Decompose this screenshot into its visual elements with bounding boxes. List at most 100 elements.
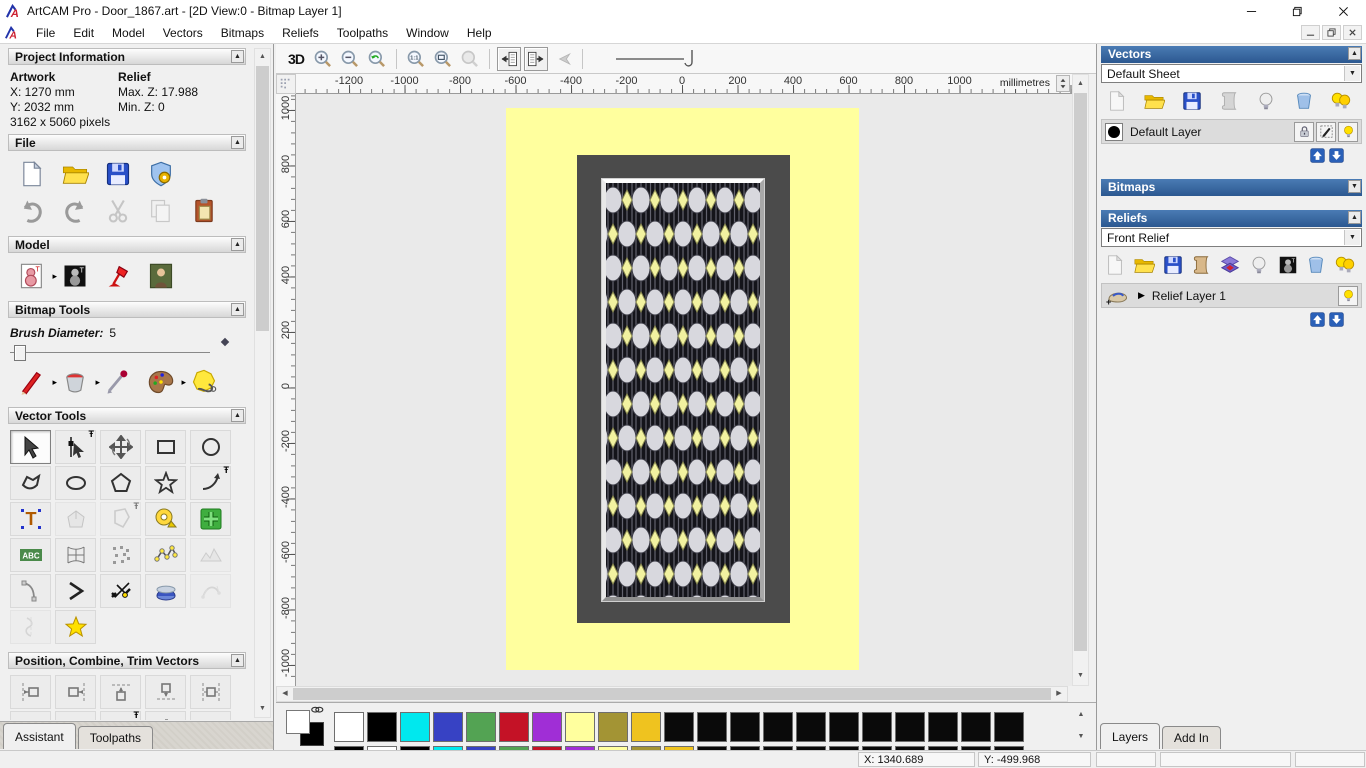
line-width-preview[interactable] <box>612 47 704 71</box>
create-ellipse-tool[interactable] <box>55 466 96 500</box>
color-swatch[interactable] <box>763 712 793 742</box>
save-model[interactable] <box>104 160 132 188</box>
slider-thumb[interactable] <box>14 345 26 361</box>
palette-tool[interactable] <box>147 368 175 396</box>
color-swatch[interactable] <box>895 712 925 742</box>
new-model[interactable] <box>18 160 46 188</box>
align-right[interactable] <box>55 675 96 709</box>
vector-layer-row[interactable]: Default Layer <box>1101 119 1362 144</box>
merge-relief-layers[interactable] <box>1190 254 1212 276</box>
zoom-box-button[interactable] <box>431 47 455 71</box>
color-swatch[interactable] <box>565 712 595 742</box>
align-centre-vertical[interactable] <box>10 711 51 720</box>
color-swatch[interactable] <box>334 712 364 742</box>
mdi-restore-button[interactable] <box>1322 25 1341 40</box>
simplify-vectors-tool[interactable] <box>190 538 231 572</box>
paste-along-curve-tool[interactable] <box>100 538 141 572</box>
tab-assistant[interactable]: Assistant <box>3 723 76 749</box>
new-vector-layer[interactable] <box>1106 90 1128 112</box>
load-vector-layer[interactable] <box>1143 90 1165 112</box>
move-layer-up-button[interactable] <box>1310 148 1325 163</box>
collapse-button[interactable]: ▲ <box>231 303 244 316</box>
flood-fill-tool[interactable] <box>61 368 89 396</box>
collapse-button[interactable]: ▲ <box>231 409 244 422</box>
create-star-tool[interactable] <box>145 466 186 500</box>
create-rectangle-tool[interactable] <box>145 430 186 464</box>
scrollbar-thumb[interactable] <box>293 688 1051 700</box>
assistant-scrollbar[interactable]: ▲ ▼ <box>254 48 271 718</box>
fit-polyline-tool[interactable] <box>145 538 186 572</box>
zoom-1to1-button[interactable]: 1:1 <box>404 47 428 71</box>
scroll-up-arrow[interactable]: ▲ <box>255 49 270 65</box>
select-vectors-tool[interactable] <box>10 430 51 464</box>
align-objects[interactable] <box>100 711 141 720</box>
move-relief-layer-down-button[interactable] <box>1329 312 1344 327</box>
greyscale-from-model[interactable]: T <box>18 262 46 290</box>
section-profile-tool[interactable] <box>10 610 51 644</box>
colour-picker-tool[interactable] <box>104 368 132 396</box>
color-swatch[interactable] <box>730 712 760 742</box>
menu-help[interactable]: Help <box>458 23 501 43</box>
scroll-down-arrow[interactable]: ▼ <box>255 701 270 717</box>
scatter-copies[interactable] <box>145 711 186 720</box>
scroll-left-arrow[interactable]: ◀ <box>277 687 293 701</box>
color-swatch[interactable] <box>961 712 991 742</box>
zoom-in-button[interactable] <box>311 47 335 71</box>
zoom-out-button[interactable] <box>338 47 362 71</box>
next-bitmap-layer-button[interactable] <box>524 47 548 71</box>
license[interactable] <box>147 160 175 188</box>
save-relief-layer[interactable] <box>1162 254 1184 276</box>
paint-tool[interactable] <box>18 368 46 396</box>
color-swatch[interactable] <box>697 712 727 742</box>
dropdown-arrow-icon[interactable]: ▼ <box>1344 230 1360 245</box>
copy[interactable] <box>147 197 175 225</box>
create-circle-tool[interactable] <box>190 430 231 464</box>
scroll-right-arrow[interactable]: ▶ <box>1051 687 1067 701</box>
minimize-button[interactable] <box>1228 0 1274 22</box>
relief-layer-row[interactable]: + ▶ Relief Layer 1 <box>1101 283 1362 308</box>
open-model[interactable] <box>61 160 89 188</box>
create-polygon-tool[interactable] <box>100 466 141 500</box>
move-layer-down-button[interactable] <box>1329 148 1344 163</box>
collapse-button[interactable]: ▲ <box>231 50 244 63</box>
zoom-previous-button[interactable] <box>365 47 389 71</box>
menu-reliefs[interactable]: Reliefs <box>273 23 328 43</box>
offset-vector-tool[interactable] <box>100 502 141 536</box>
scroll-down-arrow[interactable]: ▼ <box>1073 668 1088 684</box>
fit-arcs-tool[interactable] <box>10 574 51 608</box>
greyscale-view[interactable]: T <box>61 262 89 290</box>
color-swatch[interactable] <box>928 712 958 742</box>
primary-colour-swatch[interactable] <box>286 710 310 734</box>
show-all-layers[interactable] <box>1330 90 1352 112</box>
collapse-button[interactable]: ▲ <box>1348 47 1361 60</box>
lock-layer-button[interactable] <box>1294 122 1314 142</box>
vector-wizard-tool[interactable] <box>55 610 96 644</box>
wrap-text-tool[interactable] <box>55 502 96 536</box>
cut[interactable] <box>104 197 132 225</box>
color-swatch[interactable] <box>367 712 397 742</box>
close-button[interactable] <box>1320 0 1366 22</box>
mdi-minimize-button[interactable] <box>1301 25 1320 40</box>
menu-window[interactable]: Window <box>397 23 458 43</box>
layer-visible-button[interactable] <box>1338 122 1358 142</box>
relief-dropdown[interactable]: Front Relief ▼ <box>1101 228 1362 247</box>
measure-tool[interactable] <box>145 502 186 536</box>
move-relief-layer-up-button[interactable] <box>1310 312 1325 327</box>
toggle-bitmap-view-button[interactable] <box>551 47 575 71</box>
color-swatch[interactable] <box>631 712 661 742</box>
palette-scroll-down-arrow[interactable]: ▼ <box>1073 729 1089 745</box>
color-swatch[interactable] <box>499 712 529 742</box>
transform-vectors-tool[interactable] <box>100 430 141 464</box>
scroll-up-arrow[interactable]: ▲ <box>1073 76 1088 92</box>
text-on-curve-tool[interactable]: ABC <box>10 538 51 572</box>
collapse-button[interactable]: ▲ <box>231 238 244 251</box>
menu-edit[interactable]: Edit <box>64 23 103 43</box>
menu-toolpaths[interactable]: Toolpaths <box>328 23 397 43</box>
interactive-distortion-tool[interactable] <box>145 574 186 608</box>
2d-view-canvas[interactable] <box>296 94 1072 686</box>
canvas-vertical-scrollbar[interactable]: ▲ ▼ <box>1072 74 1089 686</box>
clip-vectors-tool[interactable] <box>100 574 141 608</box>
color-swatch[interactable] <box>532 712 562 742</box>
load-relief-layer[interactable] <box>1133 254 1155 276</box>
previous-bitmap-layer-button[interactable] <box>497 47 521 71</box>
